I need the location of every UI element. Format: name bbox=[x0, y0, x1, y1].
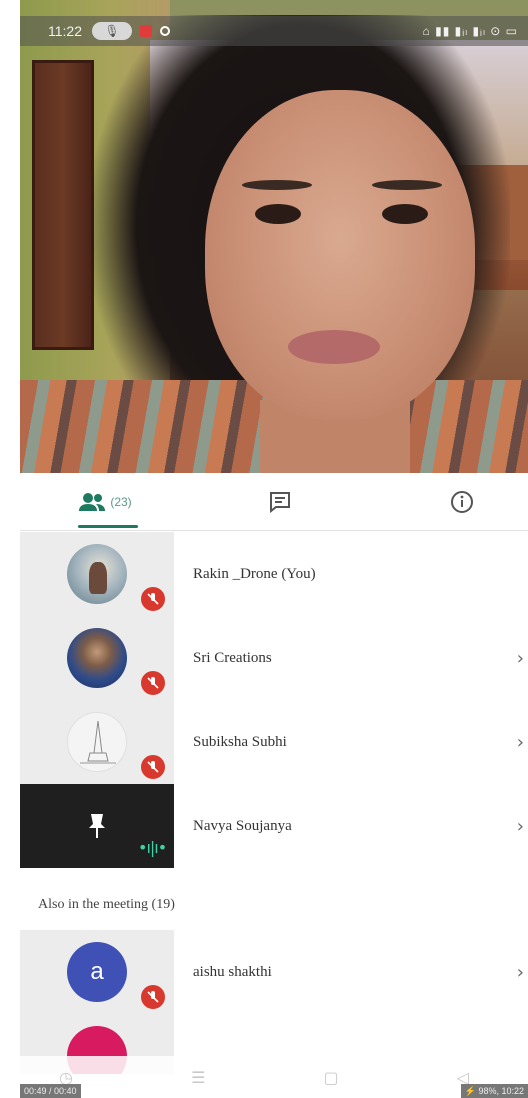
chevron-right-icon[interactable]: › bbox=[517, 616, 524, 700]
chevron-right-icon[interactable]: › bbox=[517, 700, 524, 784]
people-icon bbox=[79, 493, 106, 511]
speaker-face bbox=[205, 90, 475, 420]
status-time: 11:22 bbox=[48, 23, 82, 39]
home-icon[interactable]: ▢ bbox=[323, 1068, 338, 1087]
participant-row[interactable]: Subiksha Subhi › bbox=[20, 700, 528, 784]
chevron-right-icon[interactable]: › bbox=[517, 930, 524, 1014]
participant-row[interactable]: Rakin _Drone (You) bbox=[20, 532, 528, 616]
avatar bbox=[67, 712, 127, 772]
participant-name: Rakin _Drone (You) bbox=[193, 565, 316, 582]
avatar bbox=[67, 628, 127, 688]
info-icon bbox=[451, 491, 473, 513]
tab-bar: (23) bbox=[20, 473, 528, 531]
status-bar: 11:22 🎙 ⌂ ▮▮ ▮ᵢₗ ▮ᵢₗ ⊙ ▭ bbox=[20, 16, 528, 46]
tab-chat[interactable] bbox=[250, 473, 310, 531]
participant-list: Rakin _Drone (You) Sri Creations › Subik… bbox=[20, 532, 528, 868]
overlay-stamp-left: 00:49 / 00:40 bbox=[20, 1084, 81, 1098]
avatar bbox=[67, 544, 127, 604]
mic-off-icon bbox=[138, 668, 168, 698]
speaker-eye-left bbox=[255, 204, 301, 224]
also-in-meeting-title: Also in the meeting (19) bbox=[38, 897, 175, 912]
record-indicator-icon bbox=[140, 25, 152, 37]
participant-name: aishu shakthi bbox=[193, 963, 272, 980]
mic-off-icon bbox=[138, 584, 168, 614]
mic-off-icon bbox=[138, 982, 168, 1012]
avatar: a bbox=[67, 942, 127, 1002]
speaker-brow-right bbox=[372, 180, 442, 190]
speaker-lips bbox=[288, 330, 380, 364]
menu-icon[interactable]: ☰ bbox=[191, 1068, 205, 1087]
participant-name: Sri Creations bbox=[193, 649, 272, 666]
overlay-stamp-right: ⚡ 98%, 10:22 bbox=[460, 1084, 528, 1098]
tower-sketch-icon bbox=[80, 720, 116, 764]
speaker-video[interactable] bbox=[20, 0, 528, 473]
pin-avatar bbox=[67, 796, 127, 856]
participant-row[interactable]: •ı|ı• Navya Soujanya › bbox=[20, 784, 528, 868]
tab-people[interactable]: (23) bbox=[60, 473, 150, 531]
participant-row[interactable]: a aishu shakthi › bbox=[20, 930, 528, 1014]
pin-icon bbox=[89, 814, 105, 838]
chevron-right-icon[interactable]: › bbox=[517, 784, 524, 868]
background-door bbox=[32, 60, 94, 350]
speaker-eye-right bbox=[382, 204, 428, 224]
avatar-cell bbox=[20, 616, 174, 700]
avatar-cell bbox=[20, 532, 174, 616]
mic-indicator-icon: 🎙 bbox=[92, 22, 132, 40]
tab-info[interactable] bbox=[432, 473, 492, 531]
status-indicators: ⌂ ▮▮ ▮ᵢₗ ▮ᵢₗ ⊙ ▭ bbox=[422, 24, 518, 38]
speaking-indicator-icon: •ı|ı• bbox=[138, 838, 167, 857]
participant-row[interactable]: Sri Creations › bbox=[20, 616, 528, 700]
avatar-cell bbox=[20, 700, 174, 784]
dot-indicator-icon bbox=[160, 26, 170, 36]
participant-name: Subiksha Subhi bbox=[193, 733, 287, 750]
chat-icon bbox=[270, 492, 290, 513]
mic-off-icon bbox=[138, 752, 168, 782]
avatar-cell: a bbox=[20, 930, 174, 1014]
participant-count: (23) bbox=[110, 495, 132, 509]
avatar-cell: •ı|ı• bbox=[20, 784, 174, 868]
active-tab-indicator bbox=[78, 525, 138, 528]
participant-name: Navya Soujanya bbox=[193, 817, 292, 834]
speaker-brow-left bbox=[242, 180, 312, 190]
